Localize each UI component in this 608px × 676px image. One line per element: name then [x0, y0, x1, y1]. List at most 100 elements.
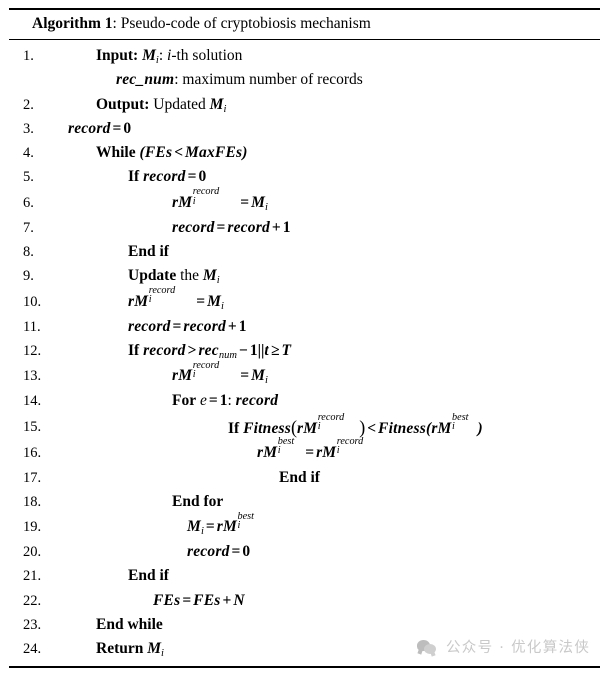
var-rM: rM: [296, 419, 318, 437]
kw-if: If: [128, 341, 140, 359]
wechat-bubbles-icon: [417, 638, 439, 656]
kw-end-for: End for: [172, 492, 224, 510]
watermark: 公众号 · 优化算法侠: [417, 636, 590, 657]
code-line: 5. If record = 0: [9, 165, 600, 189]
line-number: 10.: [23, 293, 42, 310]
code-line: 7. record = record +1: [9, 216, 600, 240]
var-M: M: [207, 292, 222, 310]
line-content: record = record +1: [172, 216, 291, 240]
sup-record: record: [192, 359, 220, 371]
var-fes: FEs: [144, 144, 173, 162]
code-line: 1. Input: Mi: i-th solution: [9, 44, 600, 68]
var-record: record: [143, 168, 186, 186]
var-M: M: [187, 518, 201, 536]
var-record: record: [183, 317, 226, 335]
line-content: rM record i = Mi: [172, 186, 268, 216]
kw-return: Return: [96, 640, 144, 658]
code-line: 4. While (FEs < MaxFEs): [9, 141, 600, 165]
code-line: 10. rM record i = Mi: [9, 285, 600, 315]
line-number: 11.: [23, 318, 41, 335]
fn-fitness: Fitness: [243, 419, 291, 437]
line-content: For e = 1: record: [172, 389, 278, 413]
kw-while: While: [96, 144, 136, 162]
sub-i: i: [192, 195, 196, 207]
kw-if: If: [128, 168, 140, 186]
sup-record: record: [192, 186, 220, 198]
var-fes: FEs: [153, 591, 181, 609]
sub-i: i: [336, 445, 340, 457]
sub-i: i: [317, 421, 321, 433]
var-e: e: [199, 392, 207, 410]
num-zero: 0: [123, 119, 132, 137]
code-line: 18. End for: [9, 490, 600, 514]
line-content: record = 0: [68, 117, 131, 141]
op-plus: +: [222, 591, 232, 609]
op-equals: =: [182, 591, 192, 609]
var-N: N: [233, 591, 245, 609]
paren-close: ): [477, 419, 483, 437]
sub-i: i: [277, 445, 281, 457]
kw-end-while: End while: [96, 616, 163, 634]
paren-close: ): [242, 144, 248, 162]
line-number: 17.: [23, 469, 42, 486]
op-plus: +: [227, 317, 237, 335]
line-content: End if: [279, 466, 320, 490]
line-number: 12.: [23, 342, 42, 359]
op-plus: +: [271, 218, 281, 236]
op-equals: =: [216, 218, 226, 236]
sub-i: i: [237, 519, 241, 531]
line-number: 16.: [23, 444, 42, 461]
op-equals: =: [240, 193, 250, 211]
line-content: Input: Mi: i-th solution: [96, 44, 242, 68]
line-number: 5.: [23, 169, 34, 186]
line-content: FEs = FEs + N: [153, 589, 245, 613]
var-rM: rM: [172, 193, 193, 211]
caption-title: Pseudo-code of cryptobiosis mechanism: [116, 15, 371, 32]
num-zero: 0: [242, 543, 251, 561]
code-line: 13. rM record i = Mi: [9, 359, 600, 389]
var-M: M: [251, 367, 266, 385]
op-equals: =: [112, 119, 122, 137]
line-content: Output: Updated Mi: [96, 93, 226, 117]
var-M: M: [147, 640, 162, 658]
line-number: 7.: [23, 219, 34, 236]
line-content: Mi = rM best i: [187, 511, 263, 540]
var-T: T: [281, 341, 292, 359]
kw-end-if: End if: [279, 468, 320, 486]
var-record: record: [143, 341, 186, 359]
the-word: the: [180, 267, 200, 285]
line-number: 19.: [23, 519, 42, 536]
sub-i: i: [221, 300, 224, 312]
sup-record: record: [336, 436, 364, 448]
code-line: 8. End if: [9, 240, 600, 264]
line-number: 20.: [23, 544, 42, 561]
sub-num: num: [218, 349, 237, 361]
line-content: While (FEs < MaxFEs): [96, 141, 248, 165]
op-less-than: <: [174, 144, 184, 162]
line-number: 4.: [23, 145, 34, 162]
var-record: record: [128, 317, 171, 335]
algorithm-caption: Algorithm 1: Pseudo-code of cryptobiosis…: [9, 10, 600, 39]
line-content: record = record +1: [128, 315, 247, 339]
line-number: 18.: [23, 493, 42, 510]
fn-fitness: Fitness: [378, 419, 426, 437]
line-number: 1.: [23, 48, 34, 64]
kw-input: Input:: [96, 47, 139, 64]
sub-i: i: [216, 275, 220, 287]
var-maxfes: MaxFEs: [185, 144, 243, 162]
code-line: 23. End while: [9, 613, 600, 637]
op-equals: =: [205, 518, 215, 536]
kw-if: If: [228, 419, 240, 437]
var-rM: rM: [431, 419, 452, 437]
pseudocode-body: 1. Input: Mi: i-th solution rec_num: max…: [9, 40, 600, 662]
var-record: record: [227, 218, 270, 236]
line-content: End if: [128, 240, 169, 264]
line-content: Return Mi: [96, 637, 164, 661]
op-minus: −: [239, 341, 248, 359]
line-number: 6.: [23, 194, 34, 211]
var-rM: rM: [128, 292, 149, 310]
sub-i: i: [148, 294, 152, 306]
sub-i: i: [192, 369, 196, 381]
sup-record: record: [148, 285, 176, 297]
code-line: 20. record = 0: [9, 540, 600, 564]
